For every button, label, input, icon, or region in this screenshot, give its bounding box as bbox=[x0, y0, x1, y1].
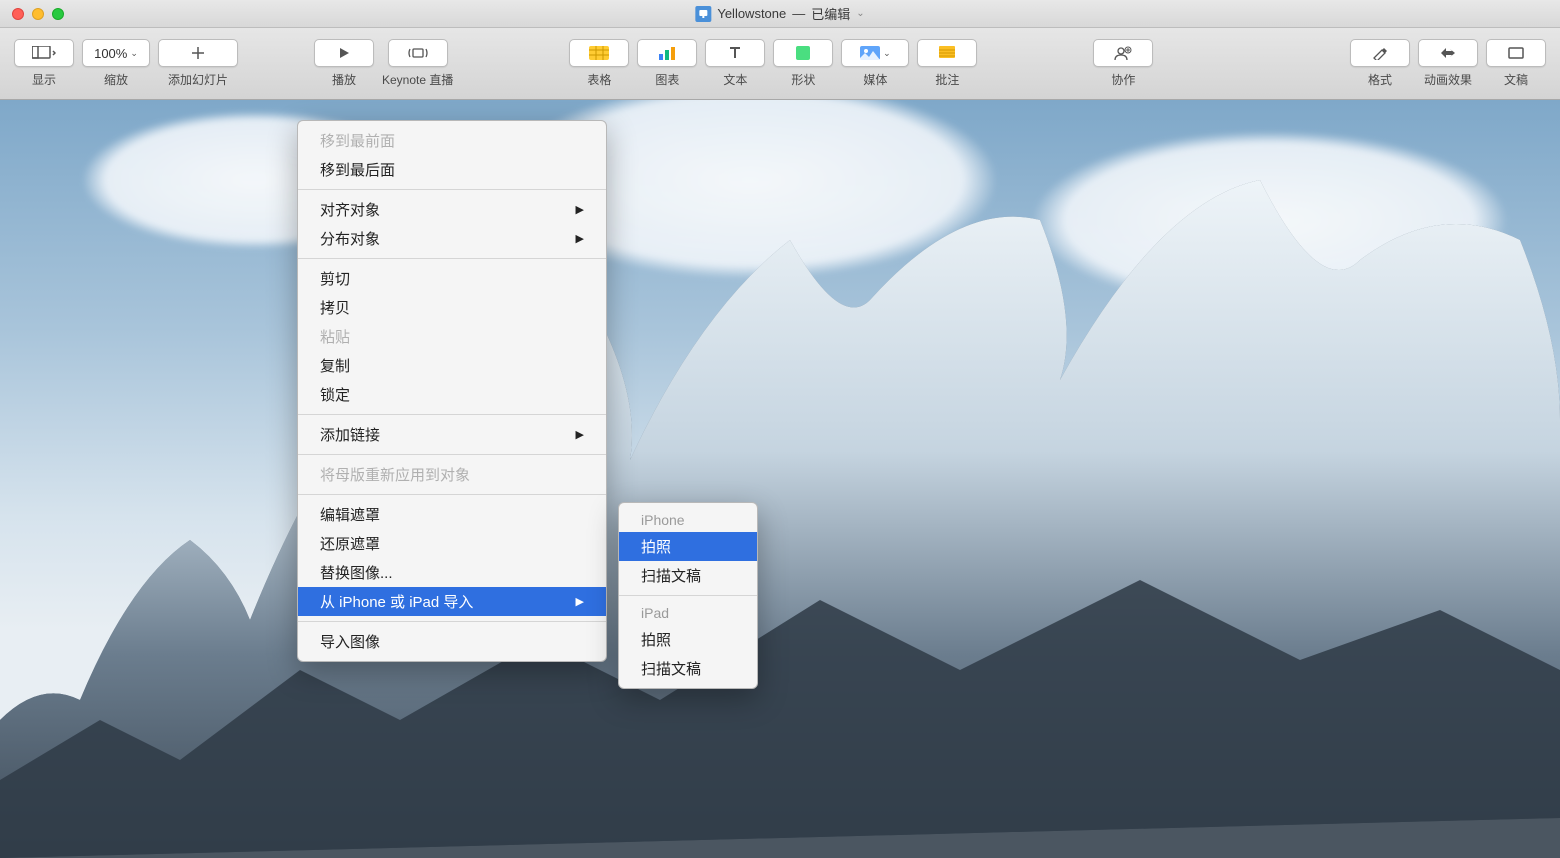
format-button[interactable] bbox=[1350, 39, 1410, 67]
minimize-window-button[interactable] bbox=[32, 8, 44, 20]
menu-replace-image[interactable]: 替换图像... bbox=[298, 558, 606, 587]
media-label: 媒体 bbox=[863, 71, 887, 88]
menu-cut[interactable]: 剪切 bbox=[298, 264, 606, 293]
menu-separator bbox=[298, 494, 606, 495]
comment-icon bbox=[939, 46, 955, 60]
table-label: 表格 bbox=[587, 71, 611, 88]
shape-icon bbox=[796, 46, 810, 60]
traffic-lights bbox=[0, 8, 64, 20]
plus-icon bbox=[191, 46, 205, 60]
chart-label: 图表 bbox=[655, 71, 679, 88]
window-title[interactable]: Yellowstone — 已编辑 ⌄ bbox=[695, 4, 864, 23]
view-label: 显示 bbox=[32, 71, 56, 88]
menu-reset-mask[interactable]: 还原遮罩 bbox=[298, 529, 606, 558]
animate-button[interactable] bbox=[1418, 39, 1478, 67]
keynote-app-icon bbox=[695, 6, 711, 22]
menu-separator bbox=[298, 189, 606, 190]
maximize-window-button[interactable] bbox=[52, 8, 64, 20]
submenu-arrow-icon: ▶ bbox=[576, 428, 584, 441]
chevron-down-icon: ⌄ bbox=[856, 8, 864, 19]
menu-copy[interactable]: 拷贝 bbox=[298, 293, 606, 322]
menu-bring-to-front: 移到最前面 bbox=[298, 126, 606, 155]
chart-button[interactable] bbox=[637, 39, 697, 67]
zoom-label: 缩放 bbox=[104, 71, 128, 88]
view-icon bbox=[32, 46, 56, 60]
submenu-iphone-scan-document[interactable]: 扫描文稿 bbox=[619, 561, 757, 590]
table-button[interactable] bbox=[569, 39, 629, 67]
close-window-button[interactable] bbox=[12, 8, 24, 20]
broadcast-icon bbox=[407, 46, 429, 60]
document-name: Yellowstone bbox=[717, 6, 786, 21]
menu-duplicate[interactable]: 复制 bbox=[298, 351, 606, 380]
keynote-live-label: Keynote 直播 bbox=[382, 71, 453, 88]
document-button[interactable] bbox=[1486, 39, 1546, 67]
submenu-arrow-icon: ▶ bbox=[576, 232, 584, 245]
import-submenu: iPhone 拍照 扫描文稿 iPad 拍照 扫描文稿 bbox=[618, 502, 758, 689]
collaborate-label: 协作 bbox=[1111, 71, 1135, 88]
menu-import-from-device[interactable]: 从 iPhone 或 iPad 导入▶ bbox=[298, 587, 606, 616]
menu-separator bbox=[298, 258, 606, 259]
menu-edit-mask[interactable]: 编辑遮罩 bbox=[298, 500, 606, 529]
submenu-iphone-header: iPhone bbox=[619, 508, 757, 532]
add-slide-label: 添加幻灯片 bbox=[168, 71, 228, 88]
submenu-ipad-take-photo[interactable]: 拍照 bbox=[619, 625, 757, 654]
view-button[interactable] bbox=[14, 39, 74, 67]
menu-send-to-back[interactable]: 移到最后面 bbox=[298, 155, 606, 184]
menu-separator bbox=[298, 414, 606, 415]
shape-label: 形状 bbox=[791, 71, 815, 88]
animate-icon bbox=[1439, 46, 1457, 60]
shape-button[interactable] bbox=[773, 39, 833, 67]
text-icon bbox=[728, 46, 742, 60]
submenu-arrow-icon: ▶ bbox=[576, 595, 584, 608]
menu-separator bbox=[298, 621, 606, 622]
menu-align-objects[interactable]: 对齐对象▶ bbox=[298, 195, 606, 224]
play-label: 播放 bbox=[332, 71, 356, 88]
menu-distribute-objects[interactable]: 分布对象▶ bbox=[298, 224, 606, 253]
text-label: 文本 bbox=[723, 71, 747, 88]
chevron-down-icon: ⌄ bbox=[130, 48, 138, 59]
slide-canvas[interactable] bbox=[0, 100, 1560, 858]
table-icon bbox=[589, 46, 609, 60]
menu-reapply-master: 将母版重新应用到对象 bbox=[298, 460, 606, 489]
format-label: 格式 bbox=[1368, 71, 1392, 88]
zoom-button[interactable]: 100% ⌄ bbox=[82, 39, 150, 67]
animate-label: 动画效果 bbox=[1424, 71, 1472, 88]
menu-paste: 粘贴 bbox=[298, 322, 606, 351]
menu-separator bbox=[298, 454, 606, 455]
document-label: 文稿 bbox=[1504, 71, 1528, 88]
window-titlebar: Yellowstone — 已编辑 ⌄ bbox=[0, 0, 1560, 28]
submenu-arrow-icon: ▶ bbox=[576, 203, 584, 216]
document-status: 已编辑 bbox=[811, 4, 850, 23]
menu-add-link[interactable]: 添加链接▶ bbox=[298, 420, 606, 449]
toolbar: 显示 100% ⌄ 缩放 添加幻灯片 播放 Keyn bbox=[0, 28, 1560, 100]
collaborate-icon bbox=[1114, 46, 1132, 60]
play-button[interactable] bbox=[314, 39, 374, 67]
chart-icon bbox=[658, 46, 676, 60]
format-icon bbox=[1372, 46, 1388, 60]
submenu-iphone-take-photo[interactable]: 拍照 bbox=[619, 532, 757, 561]
menu-separator bbox=[619, 595, 757, 596]
media-icon bbox=[860, 46, 880, 60]
text-button[interactable] bbox=[705, 39, 765, 67]
submenu-ipad-scan-document[interactable]: 扫描文稿 bbox=[619, 654, 757, 683]
zoom-value: 100% bbox=[94, 46, 127, 61]
chevron-down-icon: ⌄ bbox=[883, 48, 891, 59]
menu-import-image[interactable]: 导入图像 bbox=[298, 627, 606, 656]
menu-lock[interactable]: 锁定 bbox=[298, 380, 606, 409]
document-icon bbox=[1508, 47, 1524, 59]
media-button[interactable]: ⌄ bbox=[841, 39, 909, 67]
collaborate-button[interactable] bbox=[1093, 39, 1153, 67]
submenu-ipad-header: iPad bbox=[619, 601, 757, 625]
comment-label: 批注 bbox=[935, 71, 959, 88]
add-slide-button[interactable] bbox=[158, 39, 238, 67]
context-menu: 移到最前面 移到最后面 对齐对象▶ 分布对象▶ 剪切 拷贝 粘贴 复制 锁定 添… bbox=[297, 120, 607, 662]
keynote-live-button[interactable] bbox=[388, 39, 448, 67]
play-icon bbox=[338, 47, 350, 59]
comment-button[interactable] bbox=[917, 39, 977, 67]
